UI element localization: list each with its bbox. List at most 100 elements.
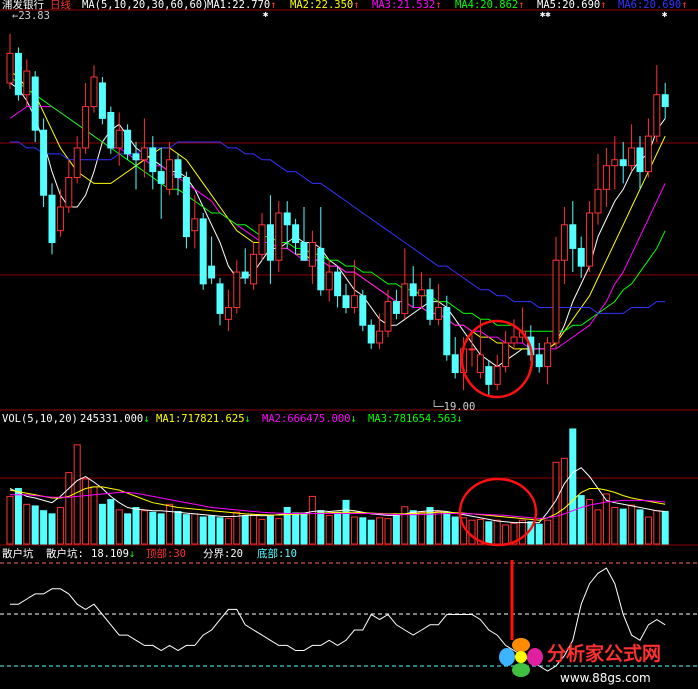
volume-bar <box>493 519 501 545</box>
candle-up <box>401 283 409 314</box>
volume-bar <box>367 519 375 545</box>
price-header: 浦发银行 日线 MA(5,10,20,30,60,60) MA1:22.770↑… <box>2 0 688 11</box>
volume-bar <box>166 503 174 545</box>
candle-up <box>544 342 552 368</box>
candle-down <box>199 218 207 285</box>
candle-up <box>6 52 14 84</box>
low-price-label: └─19.00 <box>431 400 475 413</box>
candle-down <box>409 283 417 297</box>
candle-down <box>577 247 585 267</box>
vol-value: 245331.000 <box>80 413 143 425</box>
volume-bar <box>174 510 182 545</box>
volume-bar <box>191 513 199 545</box>
high-price-label: ←23.83 <box>12 10 50 22</box>
indicator-name: 散户坑 <box>2 547 34 560</box>
volume-bar <box>199 516 207 545</box>
volume-bar <box>384 518 392 545</box>
volume-bar <box>157 513 165 545</box>
candle-down <box>182 176 190 238</box>
volume-bar <box>334 512 342 545</box>
volume-bar <box>275 518 283 545</box>
candle-up <box>502 342 510 368</box>
candle-up <box>628 147 636 167</box>
volume-bar <box>451 516 459 545</box>
volume-bar <box>140 510 148 545</box>
candle-up <box>258 224 266 255</box>
candle-down <box>266 224 274 261</box>
volume-bar <box>644 516 652 545</box>
volume-bar <box>485 521 493 545</box>
volume-bar <box>653 510 661 545</box>
volume-bar <box>518 519 526 545</box>
candle-down <box>157 171 165 184</box>
candle-down <box>535 354 543 368</box>
volume-bar <box>73 444 81 545</box>
candle-up <box>166 159 174 190</box>
candle-down <box>174 159 182 178</box>
star-marker: ✱ <box>263 10 269 20</box>
candle-up <box>476 354 484 374</box>
volume-bar <box>628 504 636 545</box>
volume-bar <box>594 509 602 545</box>
volume-bar <box>115 509 123 545</box>
volume-bar <box>250 514 258 545</box>
volume-bar <box>359 517 367 545</box>
candle-up <box>602 165 610 190</box>
volume-panel: VOL(5,10,20) 245331.000↓ MA1:717821.625↓… <box>0 413 698 547</box>
candle-up <box>56 206 64 232</box>
candle-up <box>115 129 123 149</box>
volume-bar <box>23 503 31 545</box>
candle-up <box>224 307 232 320</box>
star-marker: ✱ <box>662 10 668 20</box>
volume-bar <box>325 514 333 545</box>
candle-down <box>14 52 22 96</box>
candle-down <box>132 153 140 161</box>
candle-down <box>300 242 308 261</box>
volume-bars <box>6 428 669 545</box>
volume-bar <box>300 513 308 545</box>
candle-down <box>208 265 216 279</box>
volume-bar <box>350 516 358 545</box>
candle-up <box>594 188 602 214</box>
candle-down <box>317 247 325 291</box>
volume-bar <box>182 514 190 545</box>
candle-down <box>124 129 132 155</box>
ma-params: MA(5,10,20,30,60,60) <box>82 0 208 11</box>
candle-up <box>510 336 518 344</box>
candle-down <box>367 324 375 344</box>
flower-logo-icon <box>499 638 543 677</box>
candle-down <box>40 129 48 196</box>
volume-bar <box>292 512 300 545</box>
volume-bar <box>636 509 644 545</box>
candle-down <box>149 147 157 173</box>
volume-bar <box>376 517 384 545</box>
volume-bar <box>65 472 73 545</box>
volume-bar <box>577 495 585 545</box>
candle-up <box>350 295 358 309</box>
candle-up <box>586 212 594 267</box>
candle-down <box>661 94 669 108</box>
stock-chart: ←23.83 └─19.00 浦发银行 日线 MA(5,10,20,30,60,… <box>0 0 698 685</box>
period-label: 日线 <box>50 0 71 11</box>
volume-bar <box>342 499 350 545</box>
candle-down <box>569 224 577 249</box>
candle-up <box>233 271 241 309</box>
candle-up <box>325 271 333 291</box>
volume-bar <box>611 507 619 545</box>
candle-down <box>636 147 644 173</box>
candle-down <box>392 301 400 314</box>
candle-down <box>443 307 451 356</box>
candle-down <box>31 76 39 131</box>
candle-down <box>359 295 367 326</box>
volume-bar <box>149 511 157 545</box>
volume-bar <box>392 514 400 545</box>
indicator-header: 散户坑 散户坑: 18.109↓ 顶部:30 分界:20 底部:10 <box>2 547 297 560</box>
volume-bar <box>48 513 56 545</box>
volume-bar <box>434 510 442 545</box>
volume-bar <box>661 510 669 545</box>
volume-bar <box>241 515 249 545</box>
volume-bar <box>107 499 115 545</box>
watermark-site-name: 分析家公式网 <box>547 642 661 665</box>
candle-down <box>107 111 115 149</box>
candle-down <box>48 194 56 244</box>
